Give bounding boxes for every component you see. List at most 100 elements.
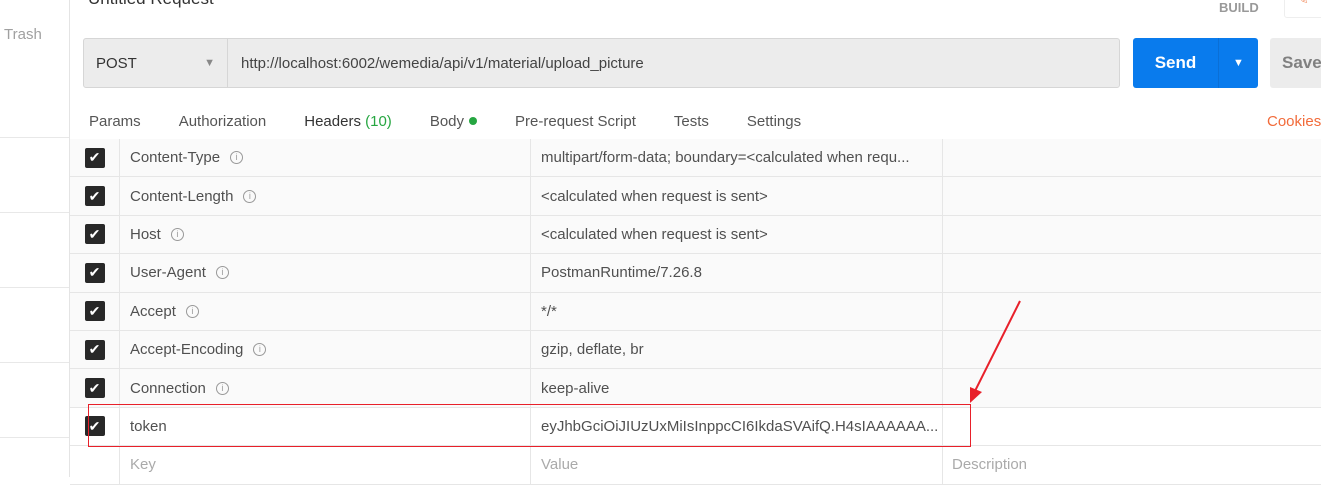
request-title: Untitled Request <box>88 0 214 9</box>
tab-label: Body <box>429 113 465 130</box>
header-description[interactable] <box>943 216 1321 253</box>
header-description[interactable] <box>943 408 1321 445</box>
divider <box>0 137 69 138</box>
info-icon[interactable]: i <box>243 189 257 203</box>
header-row: ✔ User-Agent i PostmanRuntime/7.26.8 <box>70 254 1321 293</box>
checkbox-cell: ✔ <box>70 292 120 330</box>
header-value[interactable]: multipart/form-data; boundary=<calculate… <box>531 139 943 177</box>
tab-authorization[interactable]: Authorization <box>160 108 286 142</box>
header-key[interactable]: Connection i <box>120 369 531 407</box>
key-text: Host <box>130 225 161 243</box>
tab-settings[interactable]: Settings <box>728 108 820 142</box>
checkbox-cell: ✔ <box>70 215 120 254</box>
header-value[interactable]: keep-alive <box>531 369 943 407</box>
check-icon: ✔ <box>88 225 101 242</box>
save-button[interactable]: Save <box>1270 38 1321 88</box>
tab-label: Pre-request Script <box>515 113 636 130</box>
caret-down-icon[interactable]: ▼ <box>1219 38 1258 88</box>
checkbox[interactable]: ✔ <box>84 262 105 283</box>
header-row: ✔ Host i <calculated when request is sent… <box>70 215 1321 255</box>
header-key[interactable]: Accept i <box>120 292 531 330</box>
key-input[interactable]: Key <box>120 446 531 484</box>
method-select[interactable]: POST ▼ <box>84 39 228 87</box>
annotation-arrow <box>970 300 1021 403</box>
value-text: gzip, deflate, br <box>541 341 644 359</box>
key-text: Connection <box>130 379 206 397</box>
info-icon[interactable]: i <box>230 151 244 165</box>
tab-label: Authorization <box>178 113 267 130</box>
header-value[interactable]: <calculated when request is sent> <box>531 215 943 254</box>
info-icon[interactable]: i <box>215 266 229 280</box>
checkbox-cell: ✔ <box>70 369 120 407</box>
info-icon[interactable]: i <box>170 227 184 241</box>
key-text: Accept-Encoding <box>130 341 244 359</box>
key-text: Content-Type <box>130 149 221 167</box>
header-row: ✔ Accept i */* <box>70 292 1321 331</box>
header-key[interactable]: Host i <box>120 215 531 254</box>
tab-label: Params <box>89 113 141 130</box>
new-header-row: Key Value Description <box>70 446 1321 485</box>
edit-button[interactable]: ✎ <box>1284 0 1321 18</box>
header-row: ✔ Content-Length i <calculated when reque… <box>70 177 1321 216</box>
checkbox[interactable]: ✔ <box>84 301 105 322</box>
header-value[interactable]: <calculated when request is sent> <box>531 177 943 215</box>
value-text: PostmanRuntime/7.26.8 <box>541 264 702 282</box>
info-icon[interactable]: i <box>185 304 199 318</box>
check-icon: ✔ <box>88 187 101 204</box>
status-dot-icon <box>469 117 478 125</box>
caret-down-icon: ▼ <box>204 57 215 69</box>
checkbox[interactable]: ✔ <box>84 147 105 168</box>
header-value[interactable]: */* <box>531 292 943 330</box>
annotation-box <box>88 404 971 447</box>
value-text: <calculated when request is sent> <box>541 225 768 243</box>
tab-tests[interactable]: Tests <box>655 108 728 142</box>
description-input[interactable]: Description <box>943 446 1321 483</box>
header-key[interactable]: Content-Type i <box>120 139 531 177</box>
tab-label: Headers <box>304 113 361 130</box>
check-icon: ✔ <box>88 149 101 166</box>
checkbox-cell: ✔ <box>70 330 120 369</box>
send-button[interactable]: Send ▼ <box>1133 38 1258 88</box>
check-icon: ✔ <box>88 264 101 281</box>
tab-label: Settings <box>746 113 802 130</box>
header-key[interactable]: User-Agent i <box>120 254 531 292</box>
key-text: Accept <box>130 302 176 320</box>
check-icon: ✔ <box>88 302 101 319</box>
divider <box>0 437 69 438</box>
key-text: User-Agent <box>130 264 206 282</box>
value-text: <calculated when request is sent> <box>541 187 768 205</box>
info-icon[interactable]: i <box>253 343 267 357</box>
checkbox-cell <box>70 446 120 484</box>
value-text: */* <box>541 302 557 320</box>
tab-pre-request-script[interactable]: Pre-request Script <box>496 108 655 142</box>
header-row: ✔ Accept-Encoding i gzip, deflate, br <box>70 330 1321 370</box>
header-description[interactable] <box>943 139 1321 176</box>
checkbox[interactable]: ✔ <box>84 186 105 207</box>
build-label: BUILD <box>1219 0 1259 15</box>
checkbox-cell: ✔ <box>70 254 120 292</box>
tab-params[interactable]: Params <box>70 108 160 142</box>
header-row: ✔ Content-Type i multipart/form-data; bou… <box>70 139 1321 178</box>
url-bar: POST ▼ http://localhost:6002/wemedia/api/… <box>83 38 1120 88</box>
header-description[interactable] <box>943 177 1321 214</box>
key-text: Content-Length <box>130 187 234 205</box>
divider <box>0 362 69 363</box>
value-text: multipart/form-data; boundary=<calculate… <box>541 149 910 167</box>
tab-body[interactable]: Body <box>411 108 496 142</box>
value-input[interactable]: Value <box>531 446 943 484</box>
url-input[interactable]: http://localhost:6002/wemedia/api/v1/mat… <box>228 55 644 72</box>
header-value[interactable]: gzip, deflate, br <box>531 330 943 369</box>
sidebar-trash[interactable]: Trash <box>4 26 42 43</box>
header-key[interactable]: Content-Length i <box>120 177 531 215</box>
header-key[interactable]: Accept-Encoding i <box>120 330 531 369</box>
request-tabs: Params Authorization Headers (10) Body P… <box>70 108 820 142</box>
checkbox[interactable]: ✔ <box>84 378 105 399</box>
checkbox[interactable]: ✔ <box>84 339 105 360</box>
tab-headers[interactable]: Headers (10) <box>285 108 411 142</box>
header-value[interactable]: PostmanRuntime/7.26.8 <box>531 254 943 292</box>
header-description[interactable] <box>943 254 1321 291</box>
send-label[interactable]: Send <box>1133 38 1219 88</box>
cookies-link[interactable]: Cookies <box>1267 113 1321 130</box>
checkbox[interactable]: ✔ <box>84 224 105 245</box>
info-icon[interactable]: i <box>215 381 229 395</box>
